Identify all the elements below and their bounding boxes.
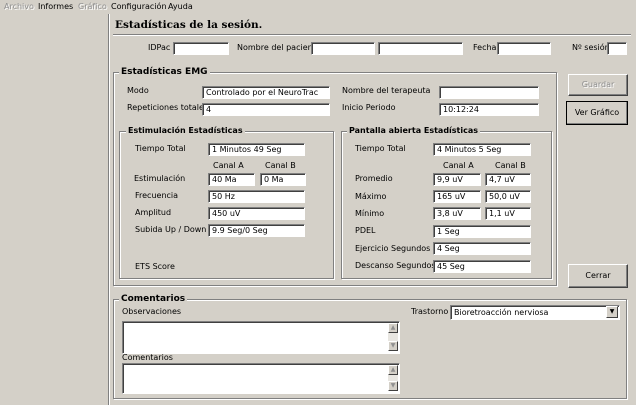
observations-scroll-up-icon[interactable]: ▲ xyxy=(388,323,398,333)
close-button[interactable]: Cerrar xyxy=(568,264,628,288)
therapist-field[interactable] xyxy=(439,86,539,99)
open-screen-stats-legend: Pantalla abierta Estadísticas xyxy=(347,126,481,135)
exercise-seconds-field[interactable]: 4 Seg xyxy=(433,242,531,255)
comments-textarea[interactable] xyxy=(122,363,400,394)
amplitude-field[interactable]: 450 uV xyxy=(208,207,305,220)
amplitude-label: Amplitud xyxy=(135,208,172,217)
date-label: Fecha xyxy=(473,43,497,52)
observations-scroll-down-icon[interactable]: ▼ xyxy=(388,341,398,351)
menu-archivo[interactable]: Archivo xyxy=(4,1,34,13)
therapist-label: Nombre del terapeuta xyxy=(342,86,431,95)
menu-configuracion[interactable]: Configuración xyxy=(111,1,167,13)
left-panel-divider xyxy=(108,14,110,405)
pdel-label: PDEL xyxy=(355,226,376,235)
comments-scroll-down-icon[interactable]: ▼ xyxy=(388,381,398,391)
average-label: Promedio xyxy=(355,174,393,183)
session-title: Estadísticas de la sesión. xyxy=(113,19,265,31)
session-number-label: Nº sesión xyxy=(572,43,610,52)
total-reps-label: Repeticiones totales xyxy=(127,103,209,112)
session-number-field[interactable] xyxy=(607,42,627,55)
dropdown-arrow-icon[interactable]: ▼ xyxy=(606,306,618,318)
stimulation-label: Estimulación xyxy=(134,174,186,183)
stim-canal-b-header: Canal B xyxy=(265,161,296,170)
stim-total-time-label: Tiempo Total xyxy=(135,144,186,153)
ramp-label: Subida Up / Down xyxy=(135,225,207,234)
patient-last-name-field[interactable] xyxy=(378,42,463,55)
patient-name-label: Nombre del paciente xyxy=(237,43,321,52)
stimulation-stats-legend: Estimulación Estadísticas xyxy=(126,126,245,135)
ramp-field[interactable]: 9.9 Seg/0 Seg xyxy=(208,224,305,237)
average-canal-b-field[interactable]: 4,7 uV xyxy=(485,173,531,186)
maximum-canal-a-field[interactable]: 165 uV xyxy=(433,190,481,203)
menu-bar: Archivo Informes Gráfico Configuración A… xyxy=(0,0,636,14)
observations-label: Observaciones xyxy=(122,307,182,316)
menu-informes[interactable]: Informes xyxy=(38,1,73,13)
session-title-rule xyxy=(113,34,631,36)
stim-total-time-field[interactable]: 1 Minutos 49 Seg xyxy=(208,143,305,156)
period-start-label: Inicio Periodo xyxy=(342,103,396,112)
stim-canal-a-header: Canal A xyxy=(213,161,244,170)
idpac-label: IDPac xyxy=(148,43,171,52)
menu-ayuda[interactable]: Ayuda xyxy=(168,1,193,13)
observations-textarea[interactable] xyxy=(122,321,400,354)
save-button[interactable]: Guardar xyxy=(568,74,628,96)
frequency-field[interactable]: 50 Hz xyxy=(208,190,305,203)
stim-canal-b-field[interactable]: 0 Ma xyxy=(260,173,306,186)
view-graph-button[interactable]: Ver Gráfico xyxy=(566,101,628,125)
mode-label: Modo xyxy=(127,86,149,95)
screen-canal-b-header: Canal B xyxy=(495,161,526,170)
maximum-label: Máximo xyxy=(355,192,387,201)
minimum-canal-b-field[interactable]: 1,1 uV xyxy=(485,207,531,220)
menu-grafico[interactable]: Gráfico xyxy=(78,1,107,13)
average-canal-a-field[interactable]: 9,9 uV xyxy=(433,173,481,186)
patient-first-name-field[interactable] xyxy=(311,42,375,55)
comments-scroll-up-icon[interactable]: ▲ xyxy=(388,365,398,375)
stim-canal-a-field[interactable]: 40 Ma xyxy=(208,173,255,186)
period-start-field[interactable]: 10:12:24 xyxy=(439,103,539,116)
screen-total-time-label: Tiempo Total xyxy=(355,144,406,153)
observations-scroll-track[interactable] xyxy=(388,333,398,341)
minimum-canal-a-field[interactable]: 3,8 uV xyxy=(433,207,481,220)
mode-field[interactable]: Controlado por el NeuroTrac xyxy=(202,86,330,99)
rest-seconds-label: Descanso Segundos xyxy=(355,261,436,270)
disorder-dropdown[interactable]: Bioretroacción nerviosa xyxy=(450,305,620,320)
minimum-label: Mínimo xyxy=(355,209,385,218)
ets-score-label: ETS Score xyxy=(135,262,175,271)
maximum-canal-b-field[interactable]: 50,0 uV xyxy=(485,190,531,203)
exercise-seconds-label: Ejercicio Segundos xyxy=(355,244,431,253)
date-field[interactable] xyxy=(497,42,551,55)
frequency-label: Frecuencia xyxy=(135,191,179,200)
total-reps-field[interactable]: 4 xyxy=(202,103,330,116)
rest-seconds-field[interactable]: 45 Seg xyxy=(433,260,531,273)
comments-label: Comentarios xyxy=(122,353,173,362)
pdel-field[interactable]: 1 Seg xyxy=(433,225,531,238)
disorder-label: Trastorno xyxy=(411,307,449,316)
screen-total-time-field[interactable]: 4 Minutos 5 Seg xyxy=(433,143,531,156)
screen-canal-a-header: Canal A xyxy=(443,161,474,170)
comments-legend: Comentarios xyxy=(119,294,188,304)
emg-stats-legend: Estadísticas EMG xyxy=(119,67,210,77)
idpac-field[interactable] xyxy=(173,42,229,55)
